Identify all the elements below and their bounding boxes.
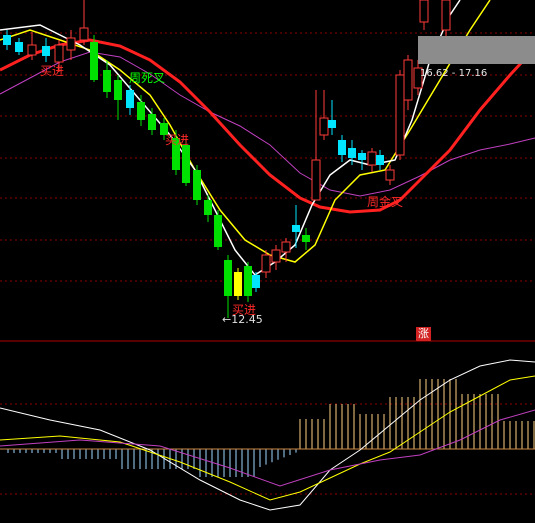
candle-body [126, 90, 134, 108]
candle-body [27, 44, 37, 56]
candle-body [292, 225, 300, 232]
candle-body [376, 155, 384, 165]
up-badge: 涨 [416, 327, 431, 341]
candle-body [114, 80, 122, 100]
dif-line [0, 359, 535, 511]
candle-body [319, 117, 329, 136]
candle-body [302, 235, 310, 242]
candle-body [271, 249, 281, 263]
candlesticks [3, 0, 451, 318]
golden-cross-label: 周金叉 [367, 195, 404, 209]
candle-body [281, 241, 291, 253]
candle-body [244, 266, 252, 296]
candle-body [328, 120, 336, 128]
candle-body [403, 59, 413, 101]
range-label: 16.62 - 17.16 [420, 68, 488, 79]
range-box [418, 36, 535, 64]
candle-body [193, 170, 201, 200]
candle-body [204, 200, 212, 215]
candle-body [338, 140, 346, 155]
ma-red-line [0, 38, 535, 214]
candle-body [90, 42, 98, 80]
candle-body [3, 35, 11, 45]
candle-body [224, 260, 232, 296]
candle-body [367, 151, 377, 166]
candle-body [385, 169, 395, 181]
candle-body [419, 0, 429, 23]
candle-body [358, 153, 366, 160]
candle-body [348, 148, 356, 158]
candle-body [311, 159, 321, 201]
candle-body [54, 44, 64, 63]
candle-body [15, 42, 23, 52]
buy-signal-label: 买进 [165, 133, 190, 147]
low-price-label: ←12.45 [222, 313, 263, 326]
candle-body [182, 145, 190, 183]
candle-body [137, 102, 145, 120]
buy-signal-label: 买进 [40, 64, 65, 78]
candle-body [441, 0, 451, 31]
candle-body [214, 215, 222, 247]
macd-panel [0, 359, 535, 511]
candle-body [42, 46, 50, 56]
candle-body [103, 70, 111, 92]
candle-body [148, 114, 156, 130]
candle-body [234, 272, 242, 296]
candle-body [252, 275, 260, 288]
candle-body [261, 254, 271, 273]
death-cross-label: 周死叉 [129, 71, 166, 85]
candle-body [395, 74, 405, 156]
macd-signal-line [0, 409, 535, 487]
candle-body [79, 27, 89, 41]
candle-body [66, 37, 76, 51]
